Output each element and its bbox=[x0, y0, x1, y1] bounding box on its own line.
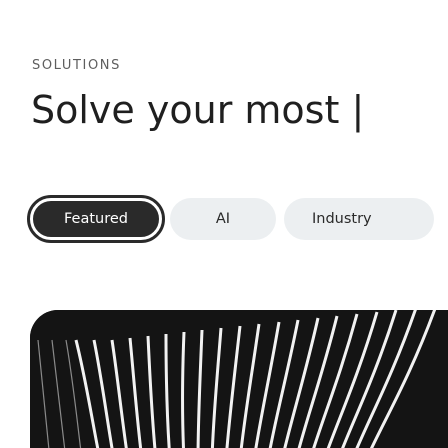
solution-tabs: Featured AI Industry bbox=[27, 195, 434, 243]
tab-industry[interactable]: Industry bbox=[284, 198, 434, 240]
section-eyebrow: SOLUTIONS bbox=[32, 58, 121, 73]
tab-industry-label: Industry bbox=[312, 211, 372, 227]
tab-ai[interactable]: AI bbox=[170, 198, 276, 240]
tab-featured-label: Featured bbox=[64, 211, 128, 227]
solutions-section: SOLUTIONS Solve your most | Featured AI … bbox=[0, 0, 448, 448]
tab-featured[interactable]: Featured bbox=[27, 195, 165, 243]
featured-card-image[interactable] bbox=[30, 310, 448, 448]
section-headline: Solve your most | bbox=[31, 88, 365, 132]
tab-ai-label: AI bbox=[215, 211, 231, 227]
abstract-stripes-graphic bbox=[30, 310, 448, 448]
